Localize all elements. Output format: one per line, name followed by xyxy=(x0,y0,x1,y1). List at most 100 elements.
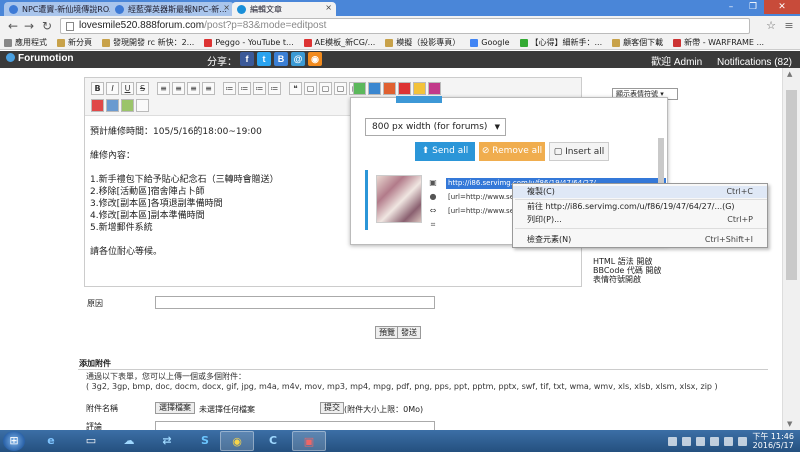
choose-file-button[interactable]: 選擇檔案 xyxy=(155,402,195,414)
window-close-icon[interactable]: ✕ xyxy=(764,0,800,14)
search-icon[interactable] xyxy=(106,99,119,112)
menu-item-print[interactable]: 列印(P)... Ctrl+P xyxy=(513,214,767,226)
indent-button[interactable]: ≔ xyxy=(253,82,266,95)
scroll-down-icon[interactable]: ▼ xyxy=(787,420,792,428)
menu-item-goto[interactable]: 前往 http://i86.servimg.com/u/f86/19/47/64… xyxy=(513,201,767,213)
scroll-up-icon[interactable]: ▲ xyxy=(787,70,792,78)
code-button[interactable]: ▢ xyxy=(304,82,317,95)
star-icon[interactable]: ☆ xyxy=(764,19,778,33)
remove-icon: ⊘ xyxy=(481,146,493,156)
maximize-icon[interactable]: ❐ xyxy=(742,0,764,14)
bookmark[interactable]: Google xyxy=(470,38,510,47)
table-button[interactable]: ▢ xyxy=(319,82,332,95)
close-icon[interactable]: × xyxy=(223,3,230,12)
upload-button[interactable]: 提交 xyxy=(320,402,344,414)
blogger-icon[interactable]: B xyxy=(274,52,288,66)
video-icon[interactable] xyxy=(383,82,396,95)
menu-item-copy[interactable]: 複製(C) Ctrl+C xyxy=(513,186,767,198)
image-host-icon[interactable] xyxy=(353,82,366,95)
scroll-thumb[interactable] xyxy=(786,90,797,280)
rss-icon[interactable]: ◉ xyxy=(308,52,322,66)
network-icon[interactable] xyxy=(724,436,734,446)
image-icon[interactable] xyxy=(368,82,381,95)
game-icon[interactable]: ▣ xyxy=(292,431,326,451)
size-select[interactable]: 800 px width (for forums) ▼ xyxy=(365,118,506,136)
underline-button[interactable]: U xyxy=(121,82,134,95)
html-option[interactable]: HTML 語法 開啟 xyxy=(593,257,661,266)
cloud-icon[interactable]: ☁ xyxy=(112,431,146,451)
forward-icon[interactable]: → xyxy=(22,19,36,33)
bookmark-apps[interactable]: 應用程式 xyxy=(4,37,47,48)
justify-button[interactable]: ≡ xyxy=(202,82,215,95)
popup-tab[interactable] xyxy=(396,96,442,103)
welcome-admin[interactable]: 歡迎 Admin xyxy=(651,57,702,68)
list-button[interactable]: ≔ xyxy=(223,82,236,95)
youtube-icon[interactable] xyxy=(398,82,411,95)
image-thumbnail[interactable] xyxy=(376,175,422,223)
chrome-icon[interactable]: ◉ xyxy=(220,431,254,451)
settings-icon[interactable] xyxy=(121,99,134,112)
clock[interactable]: 下午 11:46 2016/5/17 xyxy=(752,432,794,450)
tray-icon[interactable] xyxy=(682,436,692,446)
smilies-option[interactable]: 表情符號開啟 xyxy=(593,275,661,284)
outdent-button[interactable]: ≔ xyxy=(268,82,281,95)
insert-all-button[interactable]: ▢ Insert all xyxy=(549,142,609,161)
bookmark[interactable]: 模擬（投影專頁） xyxy=(385,37,460,48)
teamviewer-icon[interactable]: ⇄ xyxy=(150,431,184,451)
volume-icon[interactable] xyxy=(738,436,748,446)
bookmark[interactable]: 發現開發 rc 新快：2... xyxy=(102,37,194,48)
browser-toolbar: ← → ↻ lovesmile520.888forum.com/post?p=8… xyxy=(0,16,800,36)
bbcode-option[interactable]: BBCode 代碼 開啟 xyxy=(593,266,661,275)
back-icon[interactable]: ← xyxy=(6,19,20,33)
notifications-link[interactable]: Notifications (82) xyxy=(717,57,792,68)
bookmark[interactable]: 新帶 - WARFRAME ... xyxy=(673,37,764,48)
align-center-button[interactable]: ≡ xyxy=(172,82,185,95)
tab-edit-post[interactable]: 編輯文章 × xyxy=(232,2,336,16)
address-bar[interactable]: lovesmile520.888forum.com/post?p=83&mode… xyxy=(60,18,750,34)
tab-label: 編輯文章 xyxy=(250,5,282,14)
source-mode-icon[interactable] xyxy=(136,99,149,112)
bookmark[interactable]: 新分頁 xyxy=(57,37,92,48)
send-all-button[interactable]: ⬆ Send all xyxy=(415,142,475,161)
reload-icon[interactable]: ↻ xyxy=(40,19,54,33)
bookmark[interactable]: 顧客個下載 xyxy=(612,37,663,48)
preview-button[interactable]: 預覽 xyxy=(375,326,399,339)
facebook-icon[interactable]: f xyxy=(240,52,254,66)
minimize-icon[interactable]: – xyxy=(720,0,742,14)
tray-icon[interactable] xyxy=(696,436,706,446)
strike-button[interactable]: S xyxy=(136,82,149,95)
tray-icon[interactable] xyxy=(710,436,720,446)
page-scrollbar[interactable]: ▲ ▼ xyxy=(782,68,800,430)
c-app-icon[interactable]: C xyxy=(256,431,290,451)
bold-button[interactable]: B xyxy=(91,82,104,95)
tab-npc-equipment[interactable]: 經藍彈英器斯最報NPC-新... × xyxy=(110,2,234,16)
menu-icon[interactable]: ≡ xyxy=(782,19,796,33)
submit-button[interactable]: 發送 xyxy=(397,326,421,339)
forumotion-logo[interactable]: Forumotion xyxy=(6,53,74,64)
bookmark[interactable]: AE模板_新CG/... xyxy=(303,37,375,48)
color-icon[interactable] xyxy=(428,82,441,95)
reason-input[interactable] xyxy=(155,296,435,309)
at-icon[interactable]: @ xyxy=(291,52,305,66)
ordered-list-button[interactable]: ≔ xyxy=(238,82,251,95)
spoiler-button[interactable]: ▢ xyxy=(334,82,347,95)
skype-icon[interactable]: S xyxy=(188,431,222,451)
bookmark[interactable]: 【心得】細新手：... xyxy=(519,37,602,48)
align-left-button[interactable]: ≡ xyxy=(157,82,170,95)
bookmark[interactable]: Peggo - YouTube t... xyxy=(204,38,294,47)
align-right-button[interactable]: ≡ xyxy=(187,82,200,95)
link-icon[interactable] xyxy=(413,82,426,95)
italic-button[interactable]: I xyxy=(106,82,119,95)
date-icon[interactable] xyxy=(91,99,104,112)
menu-item-inspect[interactable]: 檢查元素(N) Ctrl+Shift+I xyxy=(513,234,767,246)
ie-icon[interactable]: e xyxy=(34,431,68,451)
twitter-icon[interactable]: t xyxy=(257,52,271,66)
quote-button[interactable]: ❝ xyxy=(289,82,302,95)
tray-icon[interactable] xyxy=(668,436,678,446)
editor-text[interactable]: 預計維修時間：105/5/16的18:00~19:00 維修內容： 1.新手禮包… xyxy=(90,126,279,258)
remove-all-button[interactable]: ⊘ Remove all xyxy=(479,142,545,161)
close-icon[interactable]: × xyxy=(325,3,332,12)
folder-icon[interactable]: ▭ xyxy=(74,431,108,451)
start-button[interactable]: ⊞ xyxy=(3,431,25,451)
